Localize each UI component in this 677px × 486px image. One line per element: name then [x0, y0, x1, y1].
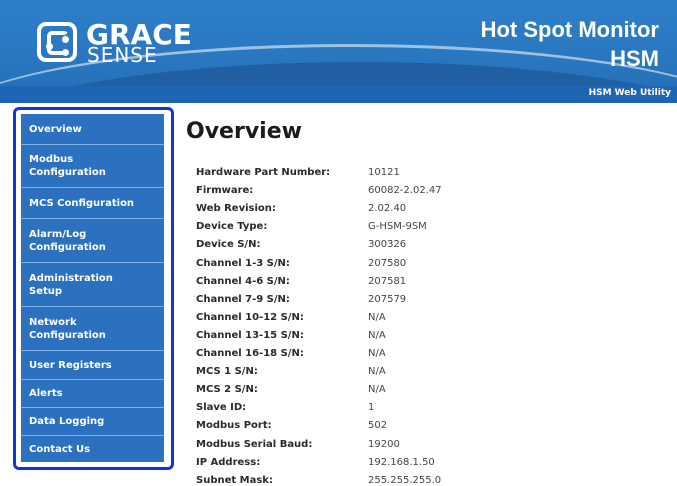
info-row: Channel 7-9 S/N: 207579 — [196, 294, 616, 312]
info-label: Channel 10-12 S/N: — [196, 312, 304, 323]
product-code: HSM — [610, 46, 659, 71]
sidebar-item-alerts[interactable]: Alerts — [21, 380, 164, 408]
info-label: Firmware: — [196, 185, 254, 196]
info-value: 300326 — [368, 239, 407, 250]
info-label: Channel 13-15 S/N: — [196, 330, 304, 341]
sidebar-item-label: Overview — [29, 123, 82, 135]
sidebar-item-contact-us[interactable]: Contact Us — [21, 436, 164, 462]
info-value: N/A — [368, 312, 386, 323]
info-label: MCS 2 S/N: — [196, 384, 258, 395]
sidebar-item-label: Alarm/Log Configuration — [29, 228, 106, 253]
info-label: Channel 4-6 S/N: — [196, 276, 290, 287]
info-row: Channel 10-12 S/N: N/A — [196, 312, 616, 330]
info-row: MCS 1 S/N: N/A — [196, 366, 616, 384]
info-value: 207579 — [368, 294, 407, 305]
info-row: Slave ID: 1 — [196, 402, 616, 420]
sidebar-item-data-logging[interactable]: Data Logging — [21, 408, 164, 436]
info-row: Modbus Port: 502 — [196, 420, 616, 438]
info-row: IP Address: 192.168.1.50 — [196, 457, 616, 475]
info-label: Device Type: — [196, 221, 268, 232]
info-row: Channel 1-3 S/N: 207580 — [196, 258, 616, 276]
info-label: Channel 16-18 S/N: — [196, 348, 304, 359]
sidebar-item-label: Data Logging — [29, 416, 105, 427]
info-label: Channel 1-3 S/N: — [196, 258, 290, 269]
info-value: 207580 — [368, 258, 407, 269]
info-value: 19200 — [368, 439, 400, 450]
sidebar-item-network-configuration[interactable]: Network Configuration — [21, 307, 164, 351]
sidebar-item-modbus-configuration[interactable]: Modbus Configuration — [21, 145, 164, 188]
sidebar-item-label: Alerts — [29, 388, 63, 399]
sidebar-item-label: Network Configuration — [29, 316, 106, 341]
sidebar-item-label: Administration Setup — [29, 272, 113, 297]
sidebar-item-alarm-log-configuration[interactable]: Alarm/Log Configuration — [21, 219, 164, 263]
info-label: Subnet Mask: — [196, 475, 273, 486]
info-value: N/A — [368, 366, 386, 377]
sidebar-item-label: User Registers — [29, 359, 112, 371]
logo-text-sense: SENSE — [87, 43, 158, 67]
info-row: Hardware Part Number: 10121 — [196, 167, 616, 185]
info-label: Web Revision: — [196, 203, 276, 214]
sidebar-item-user-registers[interactable]: User Registers — [21, 351, 164, 380]
info-value: 192.168.1.50 — [368, 457, 435, 468]
info-label: Modbus Port: — [196, 420, 272, 431]
sidebar-item-label: Contact Us — [29, 443, 91, 455]
utility-bar: HSM Web Utility — [0, 86, 677, 103]
info-row: Channel 13-15 S/N: N/A — [196, 330, 616, 348]
sidebar-item-mcs-configuration[interactable]: MCS Configuration — [21, 188, 164, 219]
utility-label: HSM Web Utility — [588, 88, 671, 98]
sidebar-item-administration-setup[interactable]: Administration Setup — [21, 263, 164, 307]
sidebar-nav: Overview Modbus Configuration MCS Config… — [21, 114, 164, 462]
info-value: 1 — [368, 402, 375, 413]
info-value: 60082-2.02.47 — [368, 185, 442, 196]
info-row: Channel 4-6 S/N: 207581 — [196, 276, 616, 294]
info-value: N/A — [368, 384, 386, 395]
sidebar-item-label: MCS Configuration — [29, 197, 135, 209]
sidebar-item-label: Modbus Configuration — [29, 154, 106, 178]
info-value: G-HSM-9SM — [368, 221, 427, 232]
info-label: Device S/N: — [196, 239, 261, 250]
info-row: Device S/N: 300326 — [196, 239, 616, 257]
info-label: Modbus Serial Baud: — [196, 439, 313, 450]
info-value: N/A — [368, 330, 386, 341]
info-label: Channel 7-9 S/N: — [196, 294, 290, 305]
info-row: MCS 2 S/N: N/A — [196, 384, 616, 402]
page-title: Overview — [186, 119, 302, 144]
info-row: Modbus Serial Baud: 19200 — [196, 439, 616, 457]
header-banner: GRACE SENSE Hot Spot Monitor HSM — [0, 0, 677, 86]
product-title: Hot Spot Monitor — [480, 17, 659, 42]
info-label: Slave ID: — [196, 402, 247, 413]
info-value: 207581 — [368, 276, 407, 287]
info-row: Subnet Mask: 255.255.255.0 — [196, 475, 616, 486]
info-value: 255.255.255.0 — [368, 475, 442, 486]
info-value: N/A — [368, 348, 386, 359]
info-row: Channel 16-18 S/N: N/A — [196, 348, 616, 366]
info-value: 10121 — [368, 167, 400, 178]
info-row: Device Type: G-HSM-9SM — [196, 221, 616, 239]
info-label: IP Address: — [196, 457, 261, 468]
info-value: 2.02.40 — [368, 203, 407, 214]
info-label: MCS 1 S/N: — [196, 366, 258, 377]
grace-sense-logo-icon — [37, 22, 77, 62]
info-row: Firmware: 60082-2.02.47 — [196, 185, 616, 203]
info-value: 502 — [368, 420, 388, 431]
sidebar-item-overview[interactable]: Overview — [21, 114, 164, 145]
info-row: Web Revision: 2.02.40 — [196, 203, 616, 221]
info-label: Hardware Part Number: — [196, 167, 331, 178]
